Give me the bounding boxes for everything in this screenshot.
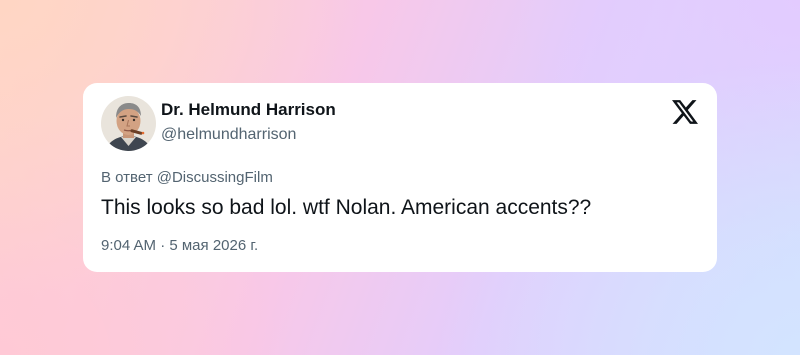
reply-context[interactable]: В ответ @DiscussingFilm — [101, 169, 273, 186]
x-logo-icon[interactable] — [672, 100, 698, 124]
tweet-timestamp[interactable]: 9:04 AM · 5 мая 2026 г. — [101, 237, 258, 254]
tweet-text: This looks so bad lol. wtf Nolan. Americ… — [101, 196, 592, 219]
author-name[interactable]: Dr. Helmund Harrison — [161, 100, 336, 120]
avatar[interactable] — [101, 96, 156, 151]
author-handle[interactable]: @helmundharrison — [161, 126, 296, 144]
tweet-card: Dr. Helmund Harrison @helmundharrison В … — [83, 83, 717, 272]
